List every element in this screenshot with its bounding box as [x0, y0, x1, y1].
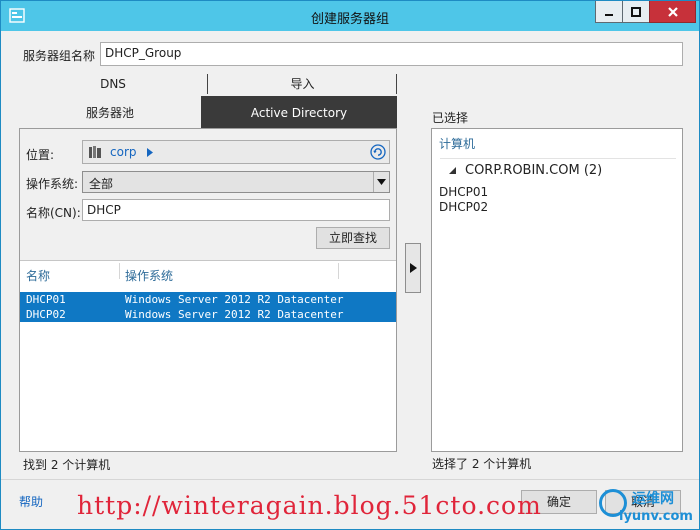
- selected-status: 选择了 2 个计算机: [432, 457, 532, 471]
- group-name-input[interactable]: DHCP_Group: [100, 42, 683, 66]
- arrow-right-icon: [409, 263, 417, 273]
- tab-row-top: DNS 导入: [19, 74, 397, 96]
- table-row[interactable]: DHCP01 Windows Server 2012 R2 Datacenter: [20, 292, 396, 307]
- tab-row-second: 服务器池 Active Directory: [19, 96, 397, 128]
- os-select-value: 全部: [89, 177, 114, 191]
- list-item[interactable]: DHCP02: [439, 200, 488, 214]
- create-server-group-dialog: 创建服务器组 服务器组名称 DHCP_Group DNS 导入 服务器池 Act…: [0, 0, 700, 530]
- maximize-button[interactable]: [622, 1, 650, 23]
- chevron-down-icon: [377, 179, 386, 185]
- logo-text-cn: 运维网: [632, 491, 674, 507]
- refresh-icon[interactable]: [370, 144, 386, 160]
- location-label: 位置:: [26, 148, 55, 162]
- location-value[interactable]: corp: [110, 145, 137, 159]
- tab-divider: [396, 74, 397, 94]
- selected-label: 已选择: [432, 111, 469, 125]
- results-status: 找到 2 个计算机: [23, 458, 111, 472]
- column-divider: [119, 263, 120, 279]
- name-label: 名称(CN):: [26, 206, 81, 220]
- active-directory-panel: 位置: corp 操作系统: 全部 名称(CN): DHCP 立即查找 名称 操…: [19, 128, 397, 452]
- search-results-list[interactable]: 名称 操作系统 DHCP01 Windows Server 2012 R2 Da…: [20, 260, 396, 451]
- tab-active-directory[interactable]: Active Directory: [201, 96, 397, 128]
- chevron-right-icon[interactable]: [147, 148, 153, 157]
- watermark-logo: 运维网 iyunv.com: [599, 487, 697, 529]
- list-item[interactable]: DHCP01: [439, 185, 488, 199]
- find-now-button[interactable]: 立即查找: [316, 227, 390, 249]
- selected-column-header: 计算机: [439, 137, 476, 151]
- minimize-button[interactable]: [595, 1, 623, 23]
- column-divider: [338, 263, 339, 279]
- group-name-label: 服务器组名称: [23, 49, 96, 63]
- maximize-icon: [631, 6, 641, 17]
- minimize-icon: [605, 13, 613, 16]
- row-name: DHCP01: [26, 293, 66, 306]
- add-selected-button[interactable]: [405, 243, 421, 293]
- location-picker[interactable]: corp: [82, 140, 390, 164]
- os-label: 操作系统:: [26, 177, 79, 191]
- tab-server-pool[interactable]: 服务器池: [19, 96, 201, 128]
- os-select-arrow[interactable]: [373, 172, 389, 192]
- close-icon: [667, 6, 678, 17]
- close-button[interactable]: [649, 1, 696, 23]
- logo-text-en: iyunv.com: [619, 509, 693, 524]
- footer-divider: [1, 479, 699, 480]
- table-row[interactable]: DHCP02 Windows Server 2012 R2 Datacenter: [20, 307, 396, 322]
- collapse-triangle-icon[interactable]: [449, 167, 456, 174]
- row-os: Windows Server 2012 R2 Datacenter: [125, 308, 344, 321]
- column-header-name[interactable]: 名称: [26, 267, 50, 284]
- tab-dns[interactable]: DNS: [19, 74, 207, 96]
- os-select[interactable]: 全部: [82, 171, 390, 193]
- name-input[interactable]: DHCP: [82, 199, 390, 221]
- tab-import[interactable]: 导入: [208, 74, 397, 96]
- domain-node[interactable]: CORP.ROBIN.COM (2): [465, 163, 602, 178]
- row-os: Windows Server 2012 R2 Datacenter: [125, 293, 344, 306]
- column-header-os[interactable]: 操作系统: [125, 267, 173, 284]
- watermark-url: http://winteragain.blog.51cto.com: [77, 491, 542, 520]
- domain-icon: [89, 146, 101, 158]
- row-name: DHCP02: [26, 308, 66, 321]
- header-divider: [440, 158, 676, 159]
- title-bar[interactable]: 创建服务器组: [1, 1, 699, 31]
- help-link[interactable]: 帮助: [19, 493, 43, 510]
- selected-panel[interactable]: 计算机 CORP.ROBIN.COM (2) DHCP01 DHCP02: [431, 128, 683, 452]
